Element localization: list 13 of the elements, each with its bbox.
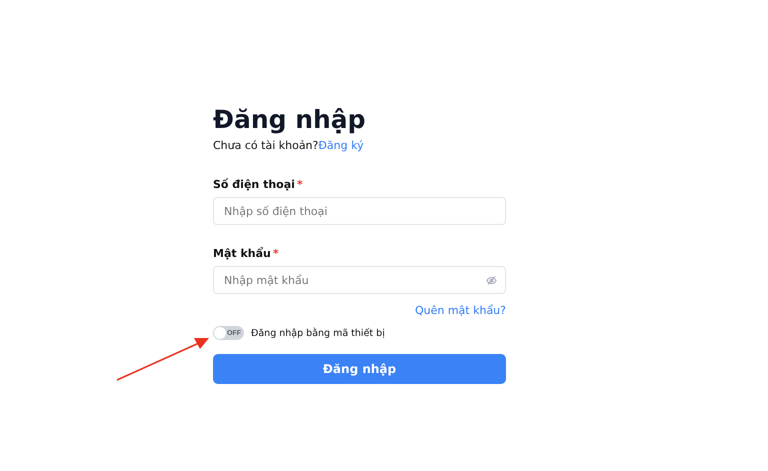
phone-field[interactable]: Nhập số điện thoại xyxy=(213,197,506,225)
required-mark: * xyxy=(296,178,303,191)
signup-prompt: Chưa có tài khoản? xyxy=(213,139,318,152)
login-button[interactable]: Đăng nhập xyxy=(213,354,506,384)
required-mark: * xyxy=(272,247,279,260)
page-title: Đăng nhập xyxy=(213,104,366,136)
toggle-label: Đăng nhập bằng mã thiết bị xyxy=(251,328,385,338)
password-field[interactable]: Nhập mật khẩu xyxy=(213,266,506,294)
field-label: Mật khẩu xyxy=(213,247,271,260)
eye-slash-icon[interactable] xyxy=(486,275,497,286)
signup-link[interactable]: Đăng ký xyxy=(318,139,364,152)
field-label: Số điện thoại xyxy=(213,178,295,191)
forgot-password-link[interactable]: Quên mật khẩu? xyxy=(414,304,506,317)
